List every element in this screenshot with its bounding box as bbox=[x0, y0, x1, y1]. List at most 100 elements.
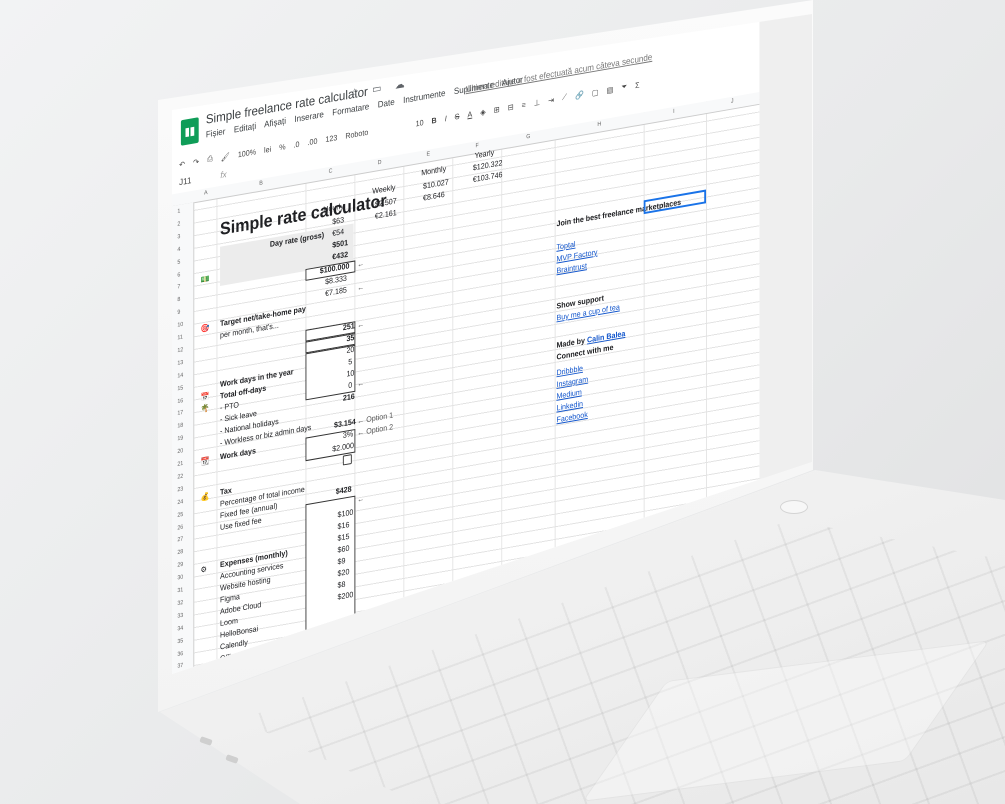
tax-pct[interactable]: 3% bbox=[343, 429, 353, 440]
arrow-indicator: ← bbox=[357, 378, 365, 389]
row-header[interactable]: 15 bbox=[177, 385, 183, 392]
merge-icon[interactable]: ⊟ bbox=[508, 102, 514, 112]
expense-value[interactable]: $9 bbox=[338, 556, 346, 566]
italic-button[interactable]: I bbox=[445, 114, 447, 123]
column-header[interactable]: C bbox=[329, 168, 333, 175]
row-header[interactable]: 11 bbox=[177, 335, 183, 342]
link-icon[interactable]: 🔗 bbox=[575, 90, 584, 100]
pto-value[interactable]: 20 bbox=[346, 345, 354, 355]
strikethrough-button[interactable]: S bbox=[455, 111, 460, 121]
row-header[interactable]: 25 bbox=[177, 511, 183, 518]
row-header[interactable]: 35 bbox=[177, 638, 183, 645]
wrap-icon[interactable]: ⇥ bbox=[548, 95, 554, 105]
currency-button[interactable]: lei bbox=[264, 144, 271, 154]
row-header[interactable]: 4 bbox=[177, 247, 180, 253]
row-header[interactable]: 12 bbox=[177, 347, 183, 354]
valign-icon[interactable]: ⊥ bbox=[534, 97, 540, 107]
use-fixed-checkbox[interactable] bbox=[342, 454, 352, 466]
menu-file[interactable]: Fișier bbox=[206, 126, 226, 139]
undo-icon[interactable]: ↶ bbox=[179, 159, 185, 169]
sick-value[interactable]: 5 bbox=[348, 357, 352, 367]
rotate-icon[interactable]: ⟋ bbox=[562, 92, 567, 103]
row-header[interactable]: 2 bbox=[177, 221, 180, 227]
fill-color-icon[interactable]: ◈ bbox=[480, 107, 485, 117]
column-header[interactable]: D bbox=[378, 160, 382, 167]
row-header[interactable]: 36 bbox=[177, 651, 183, 658]
name-box[interactable]: J11 bbox=[179, 175, 191, 187]
row-header[interactable]: 9 bbox=[177, 310, 180, 316]
decrease-decimal-button[interactable]: .0 bbox=[294, 139, 300, 149]
row-header[interactable]: 32 bbox=[177, 600, 183, 607]
row-header[interactable]: 21 bbox=[177, 461, 183, 468]
text-color-button[interactable]: A bbox=[467, 109, 472, 119]
row-headers: 1 2 3 4 5 6 7 8 9 10 11 12 13 14 15 16 17 18 19 20 21 22 23 24 2… bbox=[172, 202, 195, 674]
row-header[interactable]: 1 bbox=[177, 209, 180, 215]
row-header[interactable]: 33 bbox=[177, 613, 183, 620]
calendar-icon: 📆 bbox=[200, 456, 210, 467]
row-header[interactable]: 31 bbox=[177, 587, 183, 594]
row-header[interactable]: 14 bbox=[177, 372, 183, 379]
menu-data[interactable]: Date bbox=[378, 97, 395, 110]
paint-format-icon[interactable]: 🖌 bbox=[221, 151, 230, 161]
redo-icon[interactable]: ↷ bbox=[193, 157, 199, 167]
row-header[interactable]: 7 bbox=[177, 284, 180, 290]
align-icon[interactable]: ≡ bbox=[522, 100, 526, 110]
font-size-select[interactable]: 10 bbox=[416, 118, 424, 128]
row-header[interactable]: 23 bbox=[177, 486, 183, 493]
row-header[interactable]: 19 bbox=[177, 436, 183, 443]
percent-button[interactable]: % bbox=[279, 142, 285, 152]
column-header[interactable]: F bbox=[475, 143, 478, 149]
row-header[interactable]: 22 bbox=[177, 474, 183, 481]
holidays-value[interactable]: 10 bbox=[346, 368, 354, 378]
column-header[interactable]: A bbox=[204, 190, 208, 197]
increase-decimal-button[interactable]: .00 bbox=[308, 136, 318, 147]
offdays-value[interactable]: 35 bbox=[346, 333, 354, 343]
column-header[interactable]: G bbox=[526, 134, 530, 141]
zoom-select[interactable]: 100% bbox=[238, 147, 256, 159]
row-header[interactable]: 13 bbox=[177, 360, 183, 367]
column-header[interactable]: I bbox=[673, 109, 674, 115]
menu-view[interactable]: Afișați bbox=[264, 116, 286, 130]
row-header[interactable]: 17 bbox=[177, 410, 183, 417]
sheets-logo-icon[interactable] bbox=[180, 117, 199, 146]
bold-button[interactable]: B bbox=[432, 115, 437, 125]
menu-edit[interactable]: Editați bbox=[234, 121, 256, 135]
row-header[interactable]: 5 bbox=[177, 259, 180, 265]
chart-icon[interactable]: ▤ bbox=[607, 85, 614, 95]
arrow-indicator: ← bbox=[357, 258, 365, 269]
row-header[interactable]: 26 bbox=[177, 524, 183, 531]
menu-insert[interactable]: Inserare bbox=[294, 109, 323, 124]
column-header[interactable]: B bbox=[259, 181, 263, 188]
row-header[interactable]: 8 bbox=[177, 297, 180, 303]
column-header[interactable]: H bbox=[597, 122, 601, 129]
row-header[interactable]: 34 bbox=[177, 625, 183, 632]
row-header[interactable]: 30 bbox=[177, 575, 183, 582]
gear-icon: ⚙ bbox=[200, 564, 207, 575]
row-header[interactable]: 28 bbox=[177, 549, 183, 556]
palm-tree-icon: 🌴 bbox=[200, 403, 210, 414]
number-format-select[interactable]: 123 bbox=[325, 133, 337, 144]
column-header[interactable]: J bbox=[731, 99, 734, 105]
functions-button[interactable]: Σ bbox=[635, 80, 639, 90]
print-icon[interactable]: ⎙ bbox=[207, 154, 213, 165]
row-header[interactable]: 3 bbox=[177, 234, 180, 240]
borders-icon[interactable]: ⊞ bbox=[494, 104, 500, 114]
row-header[interactable]: 20 bbox=[177, 448, 183, 455]
font-select[interactable]: Roboto bbox=[345, 120, 407, 140]
menu-tools[interactable]: Instrumente bbox=[403, 88, 445, 105]
comment-icon[interactable]: ▢ bbox=[592, 87, 599, 97]
row-header[interactable]: 27 bbox=[177, 537, 183, 544]
arrow-indicator: ← bbox=[357, 494, 365, 505]
row-header[interactable]: 18 bbox=[177, 423, 183, 430]
row-header[interactable]: 24 bbox=[177, 499, 183, 506]
arrow-indicator: ← bbox=[357, 319, 365, 330]
workless-value[interactable]: 0 bbox=[348, 381, 352, 391]
column-header[interactable]: E bbox=[427, 151, 431, 158]
row-header[interactable]: 16 bbox=[177, 398, 183, 405]
row-header[interactable]: 6 bbox=[177, 272, 180, 278]
filter-icon[interactable]: ⏷ bbox=[621, 82, 627, 93]
row-header[interactable]: 29 bbox=[177, 562, 183, 569]
expense-value[interactable]: $8 bbox=[338, 580, 346, 590]
row-header[interactable]: 37 bbox=[177, 663, 183, 670]
row-header[interactable]: 10 bbox=[177, 322, 183, 329]
